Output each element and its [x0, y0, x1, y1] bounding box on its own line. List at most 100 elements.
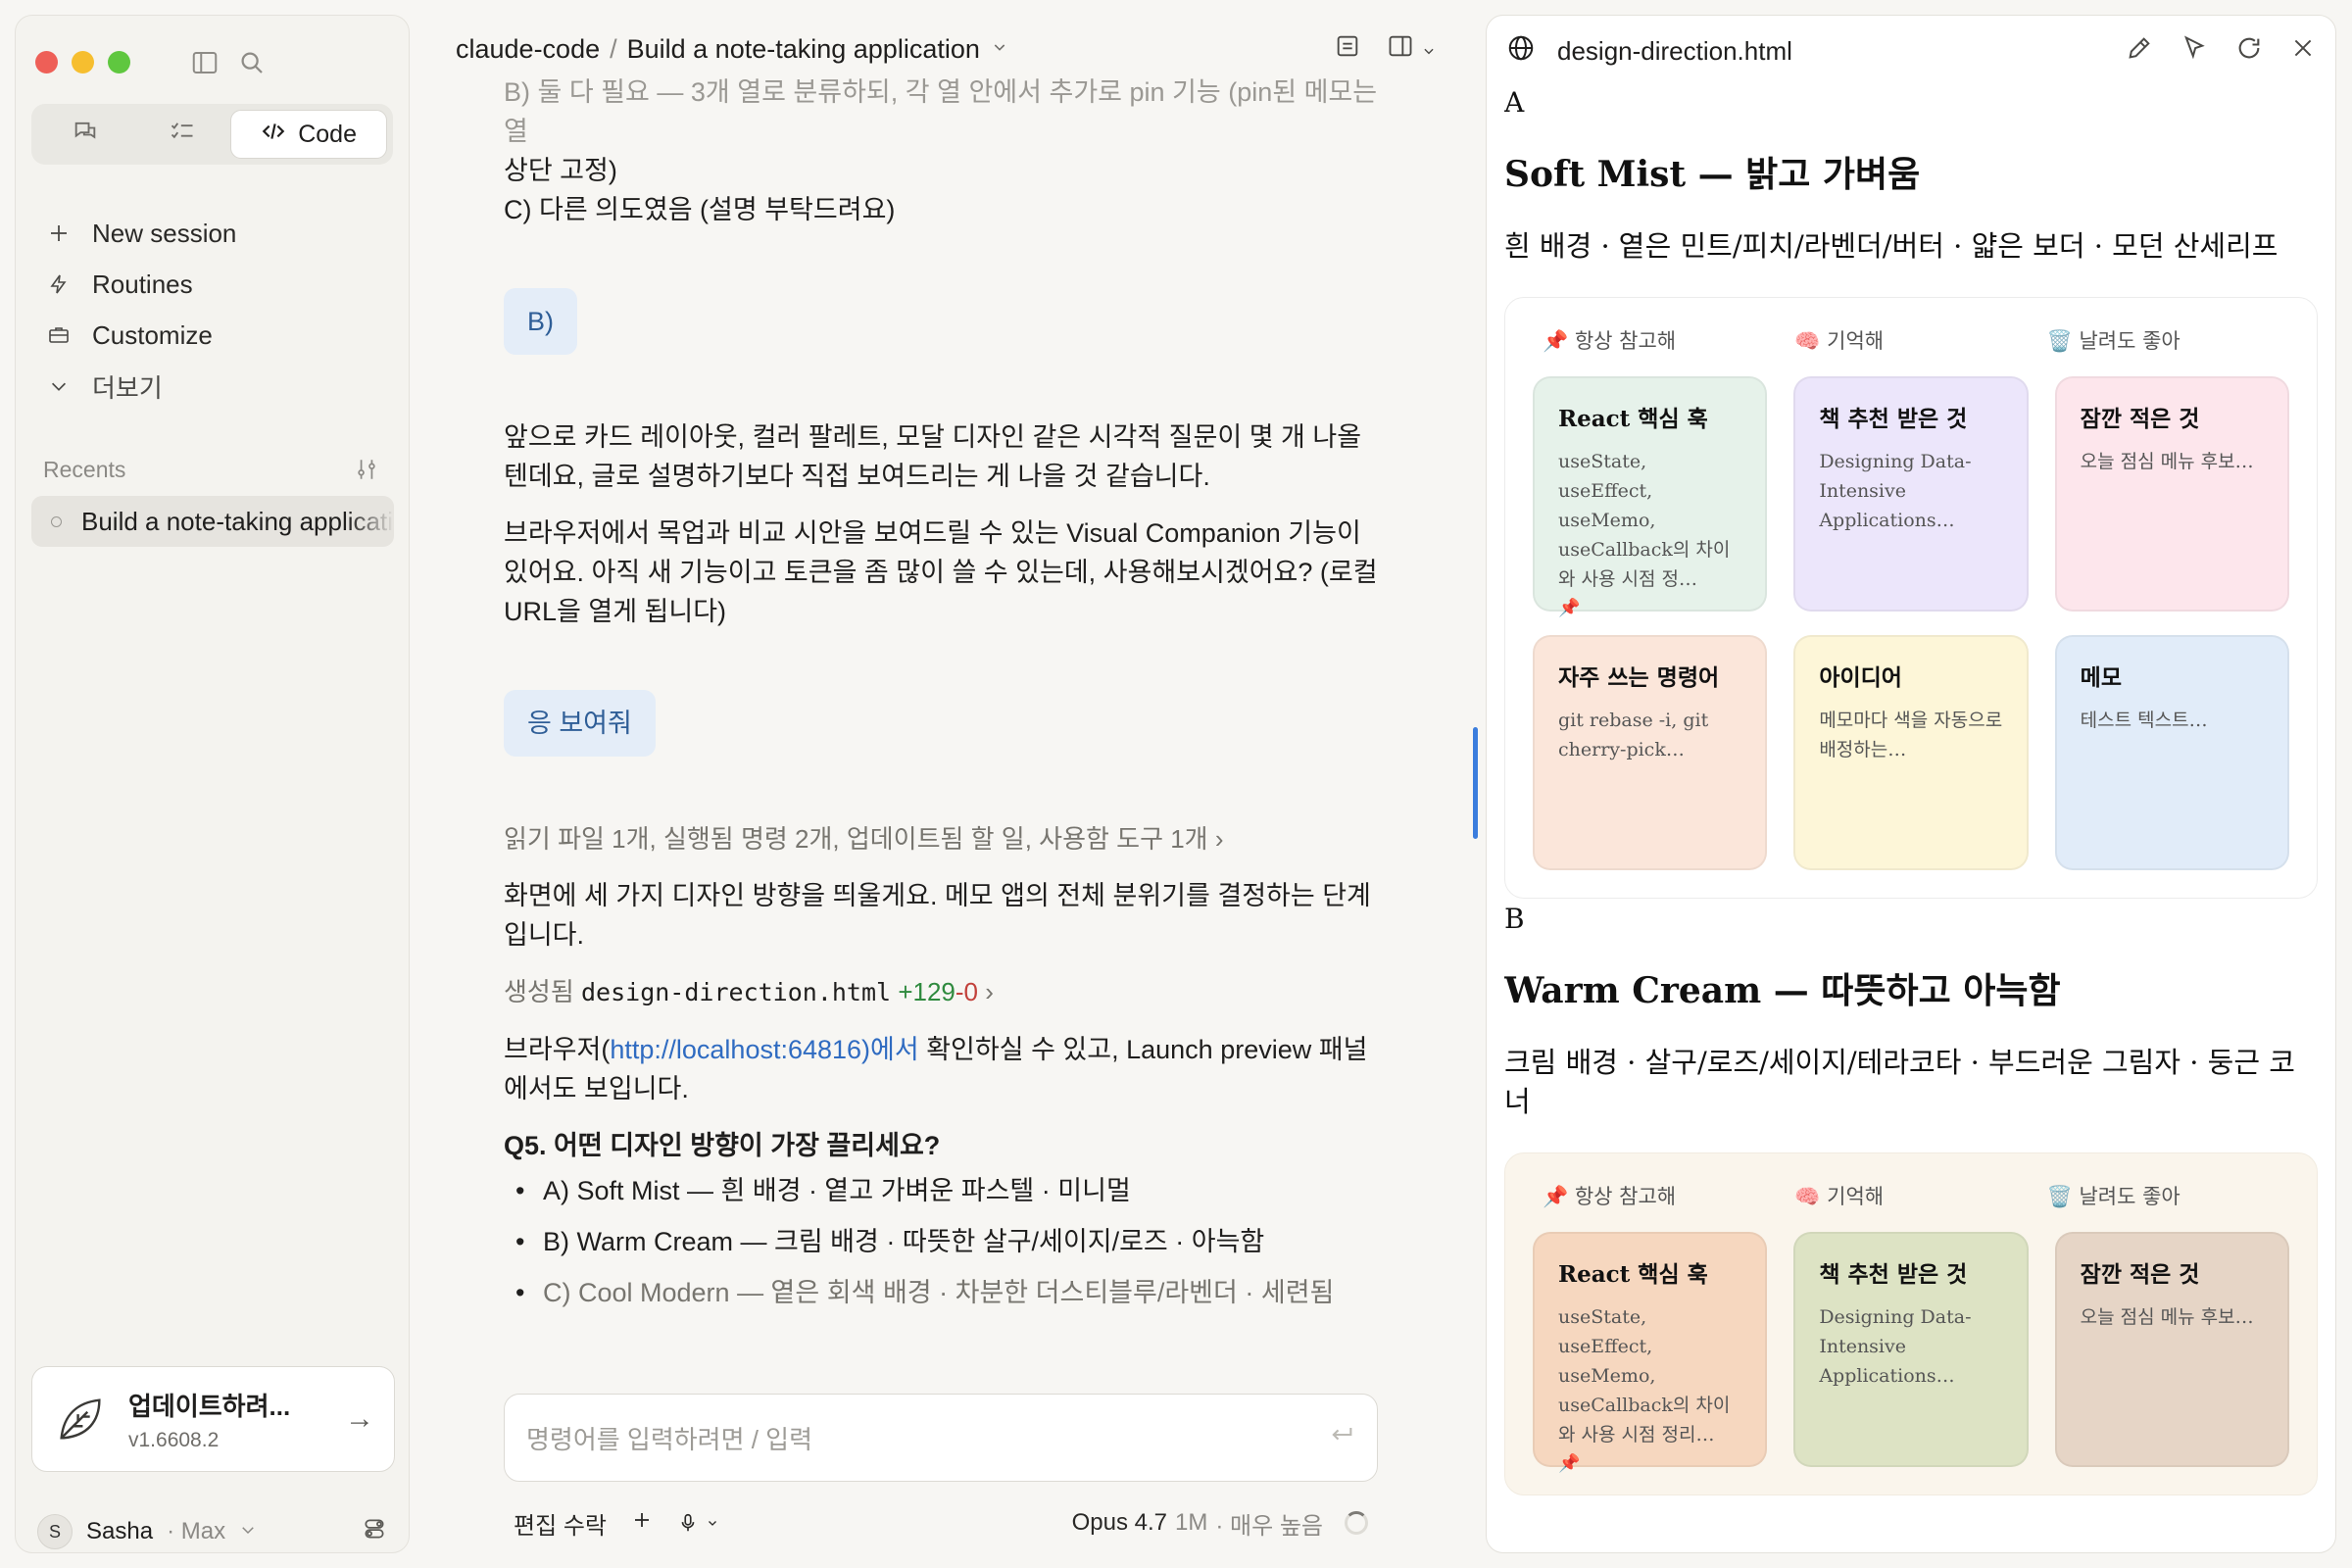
chevron-down-icon[interactable]: [1422, 34, 1436, 65]
note-title: 잠깐 적은 것: [2080, 406, 2200, 432]
search-icon[interactable]: [237, 48, 267, 77]
cursor-select-icon[interactable]: [2180, 34, 2208, 69]
note-body: useState, useEffect, useMemo, useCallbac…: [1558, 1306, 1731, 1446]
sidebar-item-customize[interactable]: Customize: [45, 310, 393, 361]
recent-session-item[interactable]: Build a note-taking application: [31, 496, 394, 547]
option-desc: — 크림 배경 · 따뜻한 살구/세이지/로즈 · 아늑함: [733, 1227, 1265, 1256]
assistant-text: 화면에 세 가지 디자인 방향을 띄울게요. 메모 앱의 전체 분위기를 결정하…: [504, 881, 1371, 950]
note-card: 자주 쓰는 명령어 git rebase -i, git cherry-pick…: [1533, 635, 1768, 870]
note-card: 책 추천 받은 것 Designing Data-Intensive Appli…: [1793, 1232, 2029, 1467]
mode-tab-code[interactable]: Code: [230, 110, 387, 159]
sidebar-item-routines[interactable]: Routines: [45, 259, 393, 310]
note-title: React 핵심 훅: [1558, 406, 1708, 432]
mode-tab-chat[interactable]: [37, 110, 134, 159]
plus-icon: [45, 220, 73, 247]
section-letter: A: [1504, 86, 1525, 119]
sidebar-item-label: Customize: [92, 319, 213, 350]
code-brackets-icon: [261, 119, 286, 151]
avatar: S: [37, 1514, 73, 1549]
close-window-button[interactable]: [35, 51, 58, 74]
created-label: 생성됨: [504, 977, 574, 1006]
note-body: 테스트 텍스트…: [2080, 710, 2208, 731]
filter-sliders-icon[interactable]: [354, 457, 379, 488]
repo-name[interactable]: claude-code: [456, 34, 600, 65]
bolt-icon: [45, 270, 73, 298]
settings-toggle-icon[interactable]: [362, 1516, 387, 1548]
note-title: 자주 쓰는 명령어: [1558, 664, 1720, 691]
mockup-board-warm-cream: 📌 항상 참고해 🧠 기억해 🗑️ 날려도 좋아 React 핵심 훅 useS…: [1504, 1152, 2318, 1495]
loading-spinner-icon: [1345, 1511, 1368, 1535]
column-header: 📌 항상 참고해: [1543, 329, 1677, 353]
user-message: 응 보여줘: [504, 690, 656, 757]
mode-tab-tasks[interactable]: [134, 110, 231, 159]
section-title: Warm Cream — 따뜻하고 아늑함: [1504, 970, 2061, 1011]
session-title[interactable]: Build a note-taking application: [627, 34, 980, 65]
update-card[interactable]: 업데이트하려... v1.6608.2 →: [31, 1366, 395, 1472]
section-description: 크림 배경 · 살구/로즈/세이지/테라코타 · 부드러운 그림자 · 둥근 코…: [1504, 1046, 2295, 1118]
recent-session-title: Build a note-taking application: [81, 506, 394, 536]
maximize-window-button[interactable]: [108, 51, 130, 74]
sidebar-item-label: New session: [92, 218, 237, 248]
note-card: 잠깐 적은 것 오늘 점심 메뉴 후보…: [2054, 376, 2289, 612]
context-size: 1M: [1175, 1509, 1208, 1536]
enter-return-icon[interactable]: [1328, 1421, 1355, 1455]
minimize-window-button[interactable]: [72, 51, 94, 74]
note-body: Designing Data-Intensive Applications…: [1819, 451, 1972, 531]
file-created-row[interactable]: 생성됨 design-direction.html +129-0 ›: [504, 972, 1378, 1012]
pin-icon: 📌: [1558, 598, 1581, 618]
refresh-icon[interactable]: [2235, 34, 2263, 69]
browser-text-pre: 브라우저(: [504, 1035, 611, 1064]
sidebar-item-new-session[interactable]: New session: [45, 208, 393, 259]
assistant-text: 앞으로 카드 레이아웃, 컬러 팔레트, 모달 디자인 같은 시각적 질문이 몇…: [504, 422, 1362, 491]
mockup-board-soft-mist: 📌 항상 참고해 🧠 기억해 🗑️ 날려도 좋아 React 핵심 훅 useS…: [1504, 297, 2318, 899]
tool-summary[interactable]: 읽기 파일 1개, 실행됨 명령 2개, 업데이트됨 할 일, 사용함 도구 1…: [504, 819, 1378, 858]
diff-deletions: -0: [955, 977, 979, 1006]
user-plan: · Max: [167, 1518, 226, 1544]
composer-toolbar: 편집 수락 Opus 4.7 1M · 매우 높음: [514, 1503, 1368, 1543]
sidebar: Code New session Routines Customize 더보기 …: [15, 15, 410, 1553]
chat-topbar: claude-code / Build a note-taking applic…: [456, 29, 1436, 69]
update-title: 업데이트하려...: [128, 1391, 291, 1421]
user-message: B): [504, 288, 577, 355]
main-chat: claude-code / Build a note-taking applic…: [431, 0, 1460, 1568]
close-icon[interactable]: [2290, 35, 2316, 68]
pencil-icon[interactable]: [2126, 34, 2153, 69]
edit-mode-button[interactable]: 편집 수락: [514, 1506, 607, 1541]
document-view-icon[interactable]: [1334, 32, 1361, 67]
effort-level: · 매우 높음: [1215, 1512, 1323, 1540]
note-card: React 핵심 훅 useState, useEffect, useMemo,…: [1533, 376, 1768, 618]
note-title: 책 추천 받은 것: [1819, 1261, 1968, 1288]
option-desc: — 흰 배경 · 옅고 가벼운 파스텔 · 미니멀: [679, 1176, 1131, 1205]
sidebar-item-label: 더보기: [92, 372, 163, 403]
transcript-fade: [504, 1303, 1378, 1366]
tool-summary-text: 읽기 파일 1개, 실행됨 명령 2개, 업데이트됨 할 일, 사용함 도구 1…: [504, 824, 1208, 854]
preview-content: A Soft Mist — 밝고 가벼움 흰 배경 · 옅은 민트/피치/라벤더…: [1504, 86, 2318, 1552]
chevron-down-icon[interactable]: [992, 39, 1007, 60]
note-card: 메모 테스트 텍스트…: [2054, 635, 2289, 870]
section-letter: B: [1504, 903, 1525, 935]
sidebar-item-more[interactable]: 더보기: [45, 361, 393, 412]
option-key: B) Warm Cream: [543, 1227, 733, 1256]
mode-tab-code-label: Code: [298, 120, 357, 148]
diff-additions: +129: [898, 977, 956, 1006]
note-grid: React 핵심 훅 useState, useEffect, useMemo,…: [1533, 1232, 2289, 1474]
recents-label: Recents: [43, 457, 126, 482]
localhost-link[interactable]: http://localhost:64816)에서: [610, 1035, 918, 1064]
user-row[interactable]: S Sasha · Max: [37, 1509, 387, 1554]
list-item: B) Warm Cream — 크림 배경 · 따뜻한 살구/세이지/로즈 · …: [504, 1222, 1378, 1261]
prompt-placeholder: 명령어를 입력하려면 / 입력: [526, 1424, 813, 1454]
leaf-icon: [52, 1391, 109, 1447]
checklist-icon: [169, 118, 196, 152]
sidebar-toggle-icon[interactable]: [190, 48, 220, 77]
model-name: Opus 4.7: [1071, 1509, 1167, 1536]
note-title: 책 추천 받은 것: [1819, 406, 1968, 432]
panel-resize-handle[interactable]: [1473, 727, 1478, 839]
note-card: 아이디어 메모마다 색을 자동으로 배정하는…: [1793, 635, 2029, 870]
chat-bubbles-icon: [72, 118, 99, 152]
model-selector[interactable]: Opus 4.7 1M · 매우 높음: [1072, 1506, 1368, 1541]
add-attachment-icon[interactable]: [630, 1508, 654, 1539]
sidebar-nav: New session Routines Customize 더보기: [45, 208, 393, 412]
prompt-input[interactable]: 명령어를 입력하려면 / 입력: [504, 1394, 1378, 1482]
microphone-icon[interactable]: [677, 1512, 718, 1534]
panel-layout-icon[interactable]: [1387, 32, 1414, 67]
